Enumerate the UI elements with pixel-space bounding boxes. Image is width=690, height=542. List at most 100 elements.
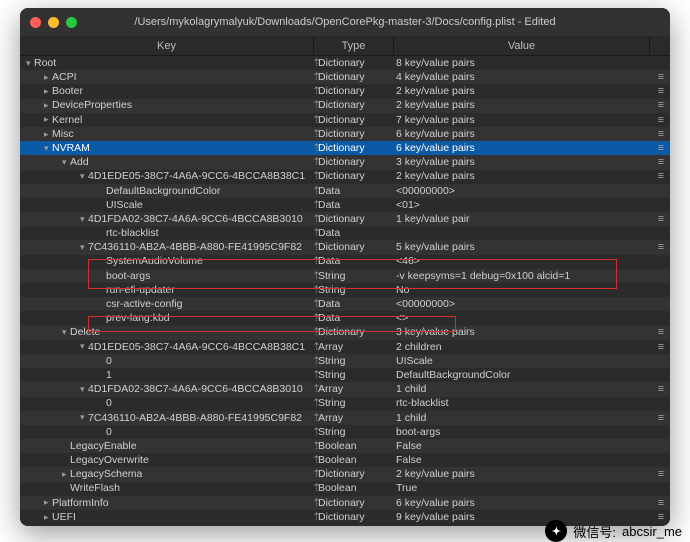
key-cell[interactable]: 0 [20, 427, 312, 438]
tree-row[interactable]: LegacyOverwrite⇡BooleanFalse [20, 453, 670, 467]
value-cell[interactable]: 1 child [396, 413, 652, 424]
disclosure-triangle-icon[interactable]: ▸ [44, 513, 52, 522]
value-cell[interactable]: No [396, 285, 652, 296]
value-cell[interactable]: <> [396, 313, 652, 324]
key-cell[interactable]: ▾NVRAM [20, 143, 312, 154]
tree-row[interactable]: ▾4D1EDE05-38C7-4A6A-9CC6-4BCCA8B38C1⇡Arr… [20, 340, 670, 354]
tree-row[interactable]: ▾Add⇡Dictionary3 key/value pairs≡ [20, 155, 670, 169]
key-cell[interactable]: ▾4D1FDA02-38C7-4A6A-9CC6-4BCCA8B3010 [20, 214, 312, 225]
key-cell[interactable]: ▾4D1EDE05-38C7-4A6A-9CC6-4BCCA8B38C1 [20, 342, 312, 353]
type-cell[interactable]: Array [318, 413, 396, 424]
tree-row[interactable]: rtc-blacklist⇡Data [20, 226, 670, 240]
value-cell[interactable]: <46> [396, 256, 652, 267]
key-cell[interactable]: prev-lang:kbd [20, 313, 312, 324]
key-cell[interactable]: ▾7C436110-AB2A-4BBB-A880-FE41995C9F82 [20, 413, 312, 424]
value-cell[interactable]: 7 key/value pairs [396, 115, 652, 126]
key-cell[interactable]: csr-active-config [20, 299, 312, 310]
type-cell[interactable]: String [318, 271, 396, 282]
key-cell[interactable]: ▾Root [20, 58, 312, 69]
tree-row[interactable]: ▸LegacySchema⇡Dictionary2 key/value pair… [20, 467, 670, 481]
type-cell[interactable]: Dictionary [318, 86, 396, 97]
type-cell[interactable]: Dictionary [318, 157, 396, 168]
key-cell[interactable]: ▾Delete [20, 327, 312, 338]
type-cell[interactable]: Boolean [318, 455, 396, 466]
key-cell[interactable]: ▸Booter [20, 86, 312, 97]
key-cell[interactable]: rtc-blacklist [20, 228, 312, 239]
maximize-icon[interactable] [66, 17, 77, 28]
key-cell[interactable]: ▸UEFI [20, 512, 312, 523]
row-menu-icon[interactable]: ≡ [652, 469, 670, 480]
tree-row[interactable]: prev-lang:kbd⇡Data<> [20, 311, 670, 325]
key-cell[interactable]: ▸Kernel [20, 115, 312, 126]
value-cell[interactable]: DefaultBackgroundColor [396, 370, 652, 381]
row-menu-icon[interactable]: ≡ [652, 143, 670, 154]
disclosure-triangle-icon[interactable]: ▸ [44, 498, 52, 507]
tree-row[interactable]: ▾4D1FDA02-38C7-4A6A-9CC6-4BCCA8B3010⇡Arr… [20, 382, 670, 396]
key-cell[interactable]: ▸ACPI [20, 72, 312, 83]
disclosure-triangle-icon[interactable]: ▾ [80, 413, 88, 422]
disclosure-triangle-icon[interactable]: ▾ [62, 328, 70, 337]
disclosure-triangle-icon[interactable]: ▸ [44, 101, 52, 110]
tree-row[interactable]: csr-active-config⇡Data<00000000> [20, 297, 670, 311]
tree-row[interactable]: ▸Kernel⇡Dictionary7 key/value pairs≡ [20, 113, 670, 127]
type-cell[interactable]: String [318, 356, 396, 367]
value-cell[interactable]: False [396, 441, 652, 452]
row-menu-icon[interactable]: ≡ [652, 129, 670, 140]
key-cell[interactable]: 1 [20, 370, 312, 381]
value-cell[interactable]: rtc-blacklist [396, 398, 652, 409]
type-cell[interactable]: Data [318, 186, 396, 197]
tree-row[interactable]: LegacyEnable⇡BooleanFalse [20, 439, 670, 453]
row-menu-icon[interactable]: ≡ [652, 384, 670, 395]
value-cell[interactable]: 3 key/value pairs [396, 157, 652, 168]
disclosure-triangle-icon[interactable]: ▾ [80, 243, 88, 252]
row-menu-icon[interactable]: ≡ [652, 214, 670, 225]
tree-row[interactable]: run-efi-updater⇡StringNo [20, 283, 670, 297]
type-cell[interactable]: String [318, 370, 396, 381]
disclosure-triangle-icon[interactable]: ▾ [44, 144, 52, 153]
key-cell[interactable]: ▾4D1EDE05-38C7-4A6A-9CC6-4BCCA8B38C1 [20, 171, 312, 182]
tree-row[interactable]: ▸ACPI⇡Dictionary4 key/value pairs≡ [20, 70, 670, 84]
tree-row[interactable]: 1⇡StringDefaultBackgroundColor [20, 368, 670, 382]
value-cell[interactable]: 2 key/value pairs [396, 171, 652, 182]
value-cell[interactable]: 2 key/value pairs [396, 86, 652, 97]
value-cell[interactable]: 6 key/value pairs [396, 143, 652, 154]
value-cell[interactable]: 2 children [396, 342, 652, 353]
key-cell[interactable]: DefaultBackgroundColor [20, 186, 312, 197]
type-cell[interactable]: String [318, 398, 396, 409]
key-cell[interactable]: run-efi-updater [20, 285, 312, 296]
tree-row[interactable]: ▾Delete⇡Dictionary3 key/value pairs≡ [20, 326, 670, 340]
minimize-icon[interactable] [48, 17, 59, 28]
row-menu-icon[interactable]: ≡ [652, 115, 670, 126]
key-cell[interactable]: 0 [20, 356, 312, 367]
type-cell[interactable]: Boolean [318, 483, 396, 494]
disclosure-triangle-icon[interactable]: ▾ [80, 385, 88, 394]
tree-row[interactable]: ▾4D1EDE05-38C7-4A6A-9CC6-4BCCA8B38C1⇡Dic… [20, 170, 670, 184]
row-menu-icon[interactable]: ≡ [652, 86, 670, 97]
value-cell[interactable]: 2 key/value pairs [396, 469, 652, 480]
type-cell[interactable]: Dictionary [318, 498, 396, 509]
key-cell[interactable]: 0 [20, 398, 312, 409]
header-value[interactable]: Value [394, 36, 650, 55]
tree-row[interactable]: ▾4D1FDA02-38C7-4A6A-9CC6-4BCCA8B3010⇡Dic… [20, 212, 670, 226]
type-cell[interactable]: Data [318, 256, 396, 267]
type-cell[interactable]: Data [318, 299, 396, 310]
type-cell[interactable]: Data [318, 313, 396, 324]
row-menu-icon[interactable]: ≡ [652, 413, 670, 424]
tree-row[interactable]: ▾7C436110-AB2A-4BBB-A880-FE41995C9F82⇡Ar… [20, 411, 670, 425]
key-cell[interactable]: LegacyEnable [20, 441, 312, 452]
value-cell[interactable]: <01> [396, 200, 652, 211]
type-cell[interactable]: Dictionary [318, 100, 396, 111]
value-cell[interactable]: 5 key/value pairs [396, 242, 652, 253]
type-cell[interactable]: Dictionary [318, 469, 396, 480]
key-cell[interactable]: WriteFlash [20, 483, 312, 494]
row-menu-icon[interactable]: ≡ [652, 342, 670, 353]
value-cell[interactable]: True [396, 483, 652, 494]
key-cell[interactable]: ▸LegacySchema [20, 469, 312, 480]
tree-row[interactable]: 0⇡Stringrtc-blacklist [20, 397, 670, 411]
type-cell[interactable]: Dictionary [318, 58, 396, 69]
key-cell[interactable]: ▾4D1FDA02-38C7-4A6A-9CC6-4BCCA8B3010 [20, 384, 312, 395]
row-menu-icon[interactable]: ≡ [652, 72, 670, 83]
tree-row[interactable]: DefaultBackgroundColor⇡Data<00000000> [20, 184, 670, 198]
disclosure-triangle-icon[interactable]: ▸ [44, 115, 52, 124]
row-menu-icon[interactable]: ≡ [652, 157, 670, 168]
